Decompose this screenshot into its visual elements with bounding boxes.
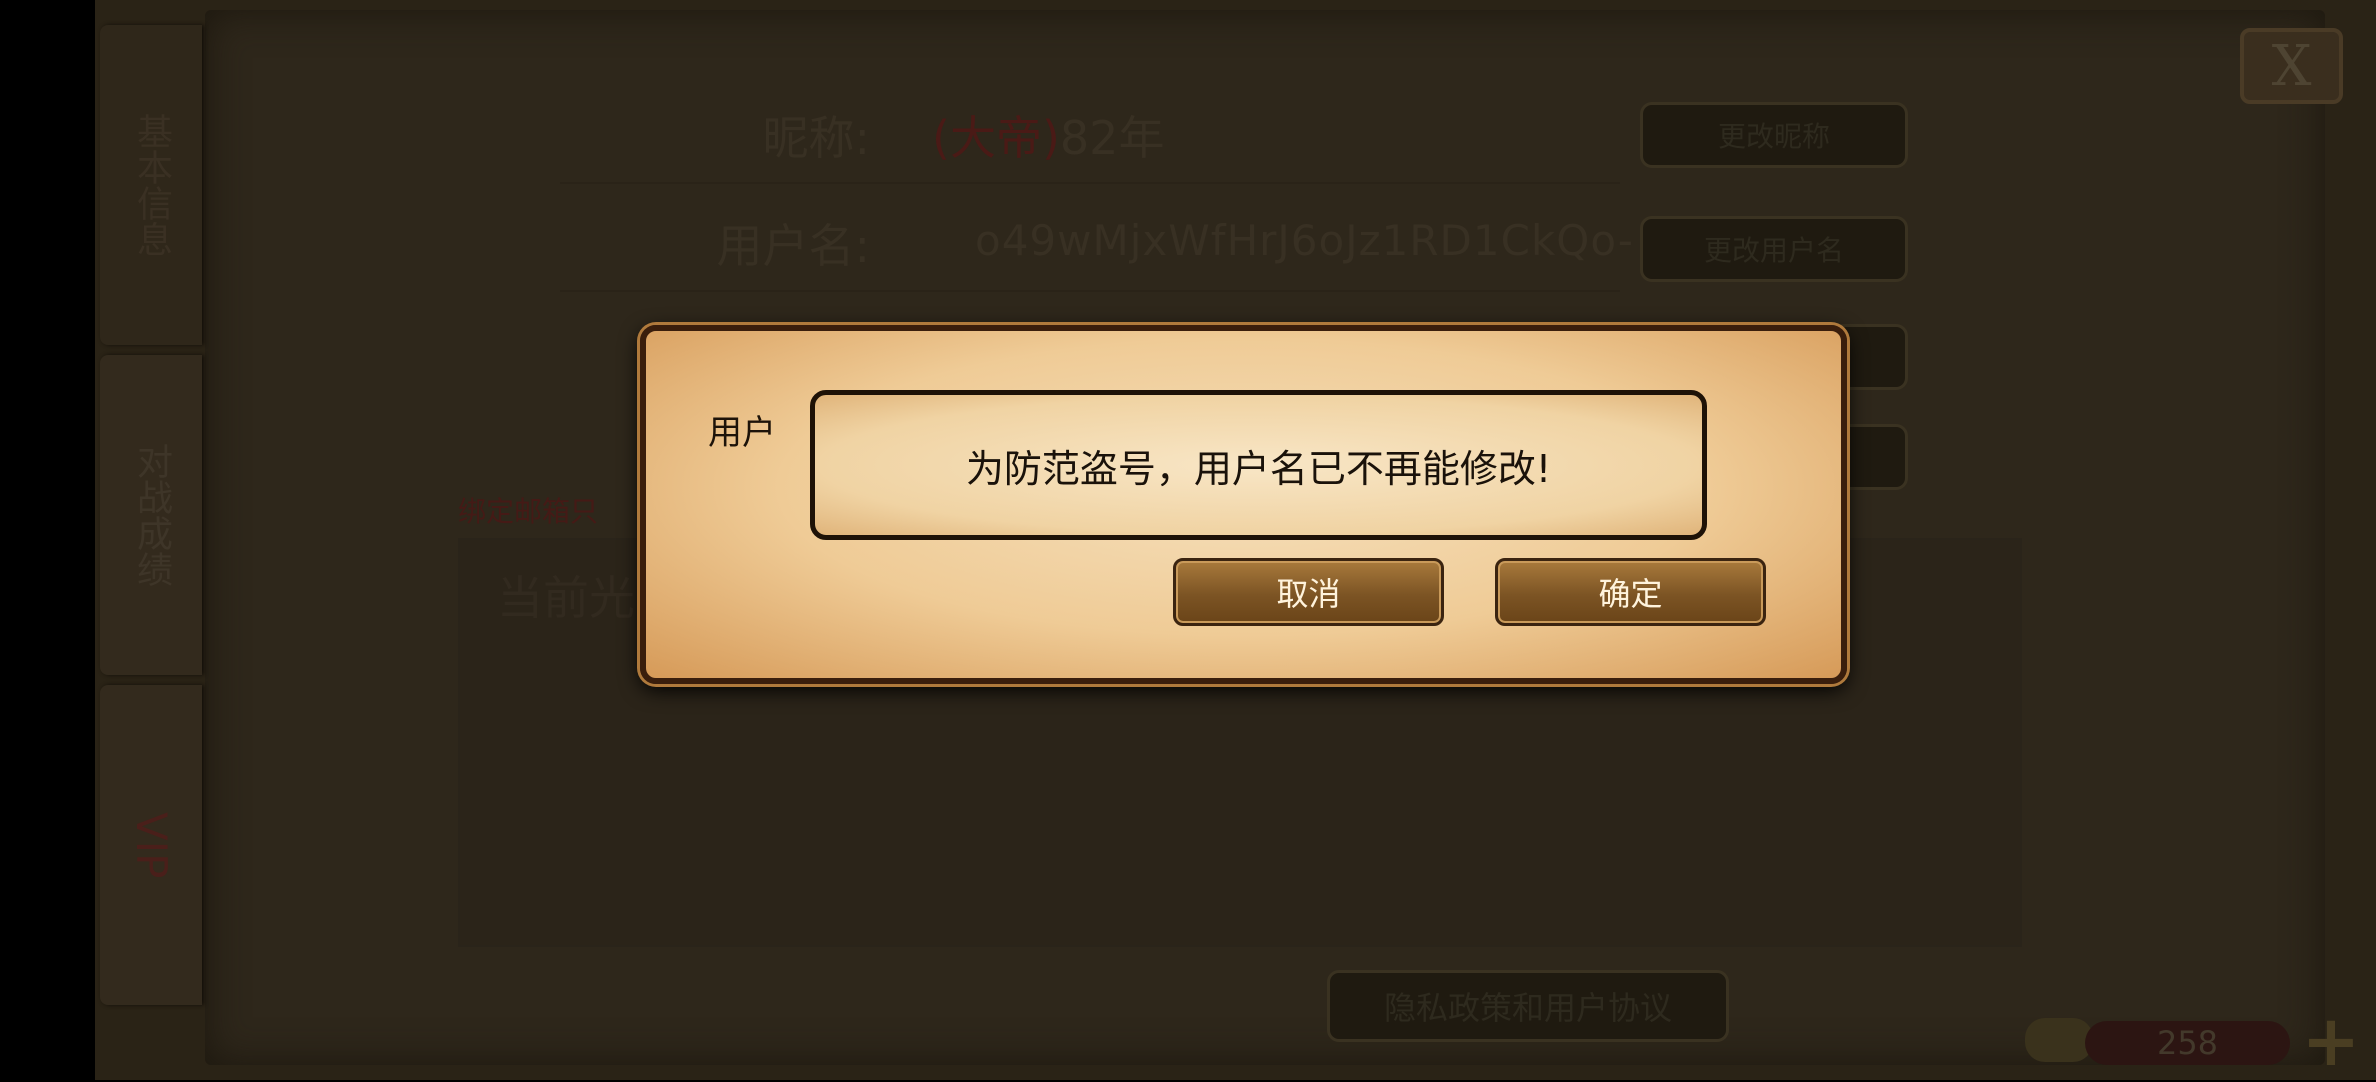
tab-vip[interactable]: VIP	[100, 685, 202, 1005]
add-coins-icon[interactable]: +	[2300, 1006, 2362, 1076]
change-username-button[interactable]: 更改用户名	[1640, 216, 1908, 282]
tab-vip-label: VIP	[127, 811, 176, 879]
cancel-button[interactable]: 取消	[1173, 558, 1444, 626]
row-divider	[560, 290, 1620, 292]
nickname-label: 昵称:	[762, 111, 871, 165]
privacy-policy-button[interactable]: 隐私政策和用户协议	[1327, 970, 1729, 1042]
info-box-text: 当前光	[497, 571, 635, 625]
username-value: o49wMjxWfHrJ6oJz1RD1CkQo-	[975, 216, 1634, 265]
username-label: 用户名:	[716, 219, 871, 273]
dialog-message: 为防范盗号，用户名已不再能修改!	[965, 446, 1552, 491]
tab-basic-info[interactable]: 基本信息	[100, 25, 202, 345]
coin-icon	[2025, 1018, 2093, 1062]
tab-battle-record[interactable]: 对战成绩	[100, 355, 202, 675]
nickname-value: (大帝)82年	[932, 102, 1164, 168]
nickname-title: (大帝)	[932, 111, 1060, 165]
bind-email-note: 绑定邮箱只	[458, 495, 599, 528]
change-nickname-button[interactable]: 更改昵称	[1640, 102, 1908, 168]
coin-count: 258	[2085, 1021, 2290, 1065]
dialog-username-label: 用户	[708, 413, 776, 453]
dialog-message-box: 为防范盗号，用户名已不再能修改!	[810, 390, 1707, 540]
close-button[interactable]: X	[2240, 28, 2343, 104]
tab-basic-info-label: 基本信息	[131, 113, 172, 257]
confirm-button[interactable]: 确定	[1495, 558, 1766, 626]
tab-battle-record-label: 对战成绩	[131, 443, 172, 587]
row-divider	[560, 182, 1620, 184]
nickname-text: 82年	[1059, 111, 1165, 165]
